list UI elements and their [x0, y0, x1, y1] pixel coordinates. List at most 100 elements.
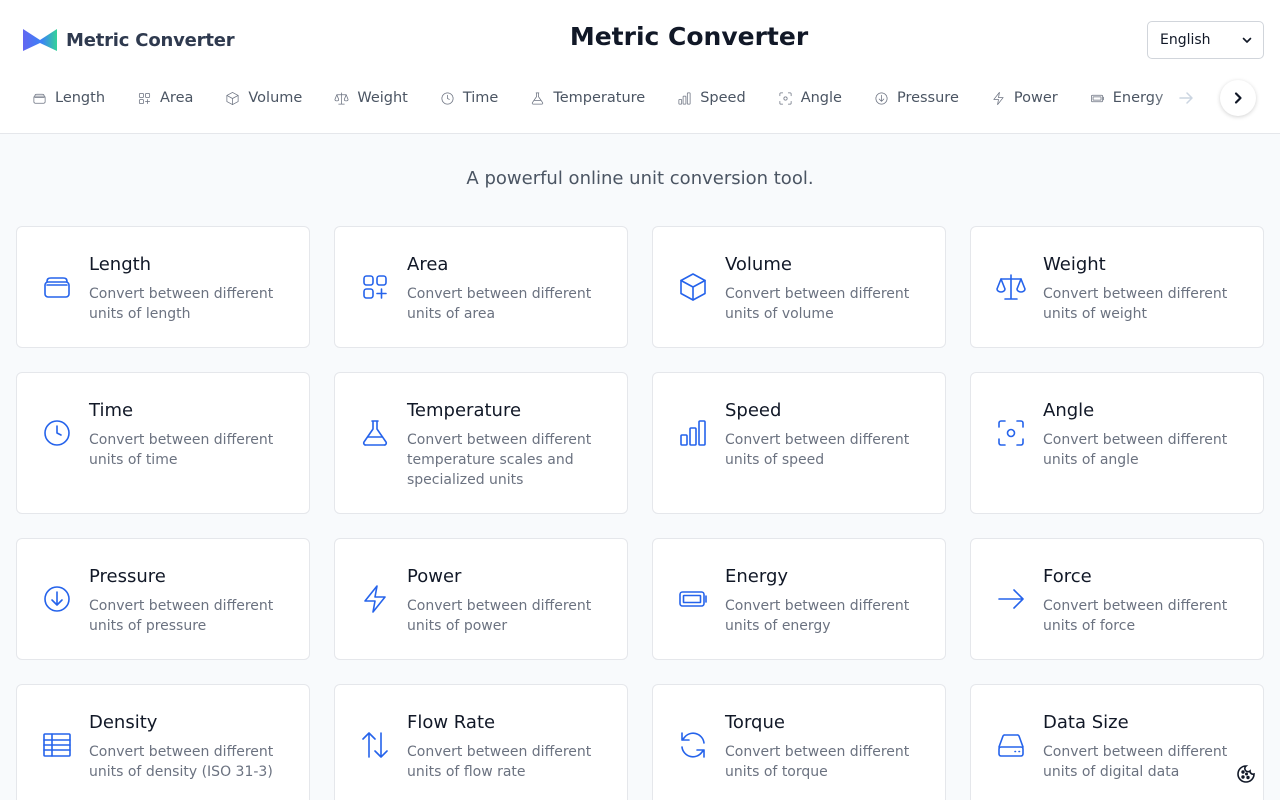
arrow-down-circle-icon: [875, 92, 888, 104]
tab-temperature[interactable]: Temperature: [514, 80, 661, 116]
category-card-area[interactable]: Area Convert between different units of a…: [334, 226, 628, 348]
focus-icon: [779, 92, 792, 104]
card-description: Convert between different units of digit…: [1043, 744, 1228, 780]
zap-icon: [993, 91, 1004, 105]
card-title: Torque: [725, 712, 785, 733]
card-icon: [677, 583, 709, 615]
tab-label: Power: [1013, 90, 1058, 106]
tab-label: Length: [55, 90, 106, 106]
card-title: Area: [407, 254, 449, 275]
arrow-up-down-icon: [362, 732, 388, 758]
tab-length[interactable]: Length: [16, 80, 121, 116]
category-card-volume[interactable]: Volume Convert between different units of…: [652, 226, 946, 348]
category-card-speed[interactable]: Speed Convert between different units of …: [652, 372, 946, 514]
card-icon: [995, 583, 1027, 615]
shapes-icon: [138, 92, 151, 104]
cookie-settings-button[interactable]: [1234, 762, 1258, 786]
tab-time[interactable]: Time: [424, 80, 515, 116]
ruler-icon: [33, 93, 46, 104]
tab-label: Temperature: [553, 90, 646, 106]
category-card-torque[interactable]: Torque Convert between different units of…: [652, 684, 946, 800]
card-description: Convert between different units of force: [1043, 598, 1228, 634]
tab-label: Speed: [700, 90, 746, 106]
category-card-force[interactable]: Force Convert between different units of …: [970, 538, 1264, 660]
scale-icon: [334, 92, 349, 104]
card-title: Energy: [725, 566, 789, 587]
card-description: Convert between different units of angle: [1043, 432, 1228, 468]
card-description: Convert between different units of power: [407, 598, 592, 634]
scale-icon: [996, 274, 1026, 300]
card-icon: [995, 729, 1027, 761]
card-description: Convert between different units of energ…: [725, 598, 910, 634]
box-icon: [680, 273, 706, 301]
card-title: Volume: [725, 254, 792, 275]
category-card-pressure[interactable]: Pressure Convert between different units …: [16, 538, 310, 660]
category-card-weight[interactable]: Weight Convert between different units of…: [970, 226, 1264, 348]
refresh-icon: [681, 732, 705, 758]
page-title: Metric Converter: [569, 22, 809, 51]
card-icon: [359, 729, 391, 761]
language-select[interactable]: English: [1147, 21, 1264, 59]
card-description: Convert between different units of volum…: [725, 286, 910, 322]
header: Metric Converter Metric Converter Englis…: [0, 0, 1280, 134]
card-icon: [359, 271, 391, 303]
cookie-icon: [1237, 765, 1255, 783]
card-description: Convert between different units of flow …: [407, 744, 592, 780]
category-card-angle[interactable]: Angle Convert between different units of …: [970, 372, 1264, 514]
category-card-time[interactable]: Time Convert between different units of t…: [16, 372, 310, 514]
card-icon: [995, 271, 1027, 303]
tab-label: Pressure: [896, 90, 959, 106]
chevron-down-icon: [1242, 37, 1252, 43]
tab-label: Angle: [800, 90, 842, 106]
tab-label: Time: [462, 90, 499, 106]
card-title: Angle: [1043, 400, 1095, 421]
card-description: Convert between different units of torqu…: [725, 744, 910, 780]
card-title: Force: [1043, 566, 1092, 587]
arrow-down-circle-icon: [44, 586, 70, 612]
category-card-temperature[interactable]: Temperature Convert between different tem…: [334, 372, 628, 514]
flask-icon: [362, 420, 388, 446]
tab-speed[interactable]: Speed: [661, 80, 761, 116]
card-title: Speed: [725, 400, 782, 421]
category-card-data-size[interactable]: Data Size Convert between different units…: [970, 684, 1264, 800]
card-title: Length: [89, 254, 152, 275]
tab-area[interactable]: Area: [121, 80, 209, 116]
card-title: Data Size: [1043, 712, 1129, 733]
language-select-value: English: [1160, 32, 1211, 48]
card-title: Time: [89, 400, 134, 421]
category-card-length[interactable]: Length Convert between different units of…: [16, 226, 310, 348]
card-title: Density: [89, 712, 158, 733]
tab-power[interactable]: Power: [975, 80, 1074, 116]
card-title: Flow Rate: [407, 712, 496, 733]
card-description: Convert between different units of speed: [725, 432, 910, 468]
tab-volume[interactable]: Volume: [209, 80, 318, 116]
tab-angle[interactable]: Angle: [762, 80, 858, 116]
category-card-power[interactable]: Power Convert between different units of …: [334, 538, 628, 660]
category-card-flow-rate[interactable]: Flow Rate Convert between different units…: [334, 684, 628, 800]
card-icon: [677, 729, 709, 761]
card-description: Convert between different units of press…: [89, 598, 274, 634]
arrow-right-icon: [998, 589, 1024, 609]
chevron-right-icon: [1234, 92, 1242, 104]
tabs-scroll-right-button[interactable]: [1220, 80, 1256, 116]
bar-chart-icon: [678, 92, 691, 104]
clock-icon: [441, 92, 454, 104]
category-card-energy[interactable]: Energy Convert between different units of…: [652, 538, 946, 660]
tagline: A powerful online unit conversion tool.: [466, 168, 814, 189]
tab-weight[interactable]: Weight: [318, 80, 424, 116]
card-icon: [995, 417, 1027, 449]
card-description: Convert between different units of densi…: [89, 744, 274, 780]
category-card-density[interactable]: Density Convert between different units o…: [16, 684, 310, 800]
card-icon: [41, 729, 73, 761]
ruler-icon: [44, 277, 70, 298]
tab-pressure[interactable]: Pressure: [858, 80, 975, 116]
card-title: Pressure: [89, 566, 166, 587]
tab-label: Weight: [357, 90, 408, 106]
shapes-icon: [363, 275, 387, 299]
card-icon: [677, 271, 709, 303]
battery-icon: [1090, 94, 1104, 102]
card-icon: [359, 583, 391, 615]
category-tabs: Length Area Volume Weight Time Temperature Spe…: [16, 80, 1216, 116]
focus-icon: [998, 420, 1024, 446]
card-icon: [359, 417, 391, 449]
